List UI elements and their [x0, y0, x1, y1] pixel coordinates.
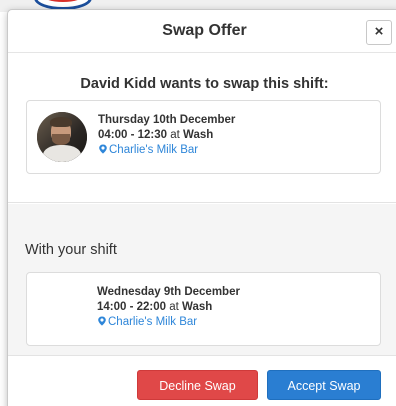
- shift-location: Charlie's Milk Bar: [109, 144, 199, 156]
- modal-footer: Decline Swap Accept Swap: [8, 356, 396, 406]
- shift-location-link[interactable]: Charlie's Milk Bar: [97, 315, 240, 330]
- offered-shift-section: David Kidd wants to swap this shift: Thu…: [8, 53, 396, 203]
- map-pin-icon: [98, 316, 106, 326]
- offered-shift-card: Thursday 10th December 04:00 - 12:30 at …: [26, 100, 381, 174]
- decline-swap-button[interactable]: Decline Swap: [137, 370, 258, 400]
- your-shift-card: Wednesday 9th December 14:00 - 22:00 at …: [26, 272, 381, 346]
- swap-offer-modal: Swap Offer × David Kidd wants to swap th…: [7, 9, 396, 406]
- swap-request-heading: David Kidd wants to swap this shift:: [80, 76, 329, 92]
- avatar: [37, 112, 87, 162]
- shift-location-link[interactable]: Charlie's Milk Bar: [98, 143, 235, 158]
- accept-swap-button[interactable]: Accept Swap: [267, 370, 381, 400]
- your-shift-section: With your shift Wednesday 9th December 1…: [8, 204, 396, 356]
- shift-at: at: [170, 129, 180, 141]
- shift-time: 04:00 - 12:30: [98, 129, 168, 141]
- shift-date: Wednesday 9th December: [97, 286, 240, 298]
- shift-at: at: [169, 301, 179, 313]
- modal-title: Swap Offer: [162, 22, 247, 39]
- shift-date: Thursday 10th December: [98, 114, 236, 126]
- your-shift-heading: With your shift: [25, 242, 117, 258]
- your-shift-info: Wednesday 9th December 14:00 - 22:00 at …: [97, 285, 240, 330]
- shift-role: Wash: [183, 129, 214, 141]
- map-pin-icon: [99, 144, 107, 154]
- offered-shift-info: Thursday 10th December 04:00 - 12:30 at …: [98, 113, 235, 158]
- close-button[interactable]: ×: [366, 20, 392, 45]
- shift-time: 14:00 - 22:00: [97, 301, 167, 313]
- shift-role: Wash: [182, 301, 213, 313]
- modal-header: Swap Offer ×: [8, 10, 396, 53]
- shift-time-row: 14:00 - 22:00 at Wash: [97, 300, 240, 315]
- shift-location: Charlie's Milk Bar: [108, 316, 198, 328]
- shift-time-row: 04:00 - 12:30 at Wash: [98, 128, 235, 143]
